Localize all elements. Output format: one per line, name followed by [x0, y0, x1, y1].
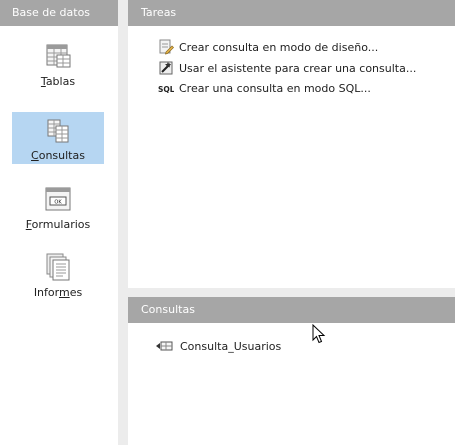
tasks-pane-header: Tareas: [128, 0, 455, 26]
database-pane: Base de datos Tablas Consultas OK Formul…: [0, 0, 118, 445]
design-view-icon: [159, 39, 174, 55]
database-pane-header: Base de datos: [0, 0, 118, 26]
task-label: Usar el asistente para crear una consult…: [179, 61, 417, 75]
category-label-tablas: Tablas: [40, 75, 76, 88]
task-use-wizard[interactable]: Usar el asistente para crear una consult…: [158, 59, 416, 77]
task-label: Crear consulta en modo de diseño...: [179, 40, 379, 54]
svg-text:OK: OK: [54, 200, 62, 206]
task-create-sql[interactable]: SQL Crear una consulta en modo SQL...: [158, 79, 371, 97]
category-consultas[interactable]: Consultas: [12, 112, 104, 164]
category-tablas[interactable]: Tablas: [12, 41, 104, 93]
tasks-pane: Tareas Crear consulta en modo de diseño.…: [128, 0, 455, 288]
query-item-icon: [156, 341, 173, 351]
table-icon: [46, 44, 71, 68]
form-icon: OK: [45, 187, 71, 211]
query-item-label: Consulta_Usuarios: [180, 339, 282, 353]
task-label: Crear una consulta en modo SQL...: [179, 81, 371, 95]
sql-icon: SQL: [158, 85, 174, 94]
queries-pane: Consultas Consulta_Usuarios: [128, 297, 455, 445]
category-informes[interactable]: Informes: [12, 252, 104, 304]
report-icon: [46, 253, 70, 281]
query-icon: [47, 119, 69, 143]
query-item[interactable]: Consulta_Usuarios: [156, 338, 281, 354]
mouse-cursor-icon: [312, 324, 326, 344]
pane-divider[interactable]: [118, 0, 128, 445]
wizard-icon: [159, 61, 173, 75]
category-label-informes: Informes: [33, 286, 83, 299]
category-label-formularios: Formularios: [25, 218, 91, 231]
category-label-consultas: Consultas: [31, 149, 85, 162]
task-create-design-view[interactable]: Crear consulta en modo de diseño...: [158, 38, 378, 56]
category-formularios[interactable]: OK Formularios: [12, 184, 104, 236]
queries-pane-header: Consultas: [128, 297, 455, 323]
svg-text:SQL: SQL: [158, 85, 174, 94]
